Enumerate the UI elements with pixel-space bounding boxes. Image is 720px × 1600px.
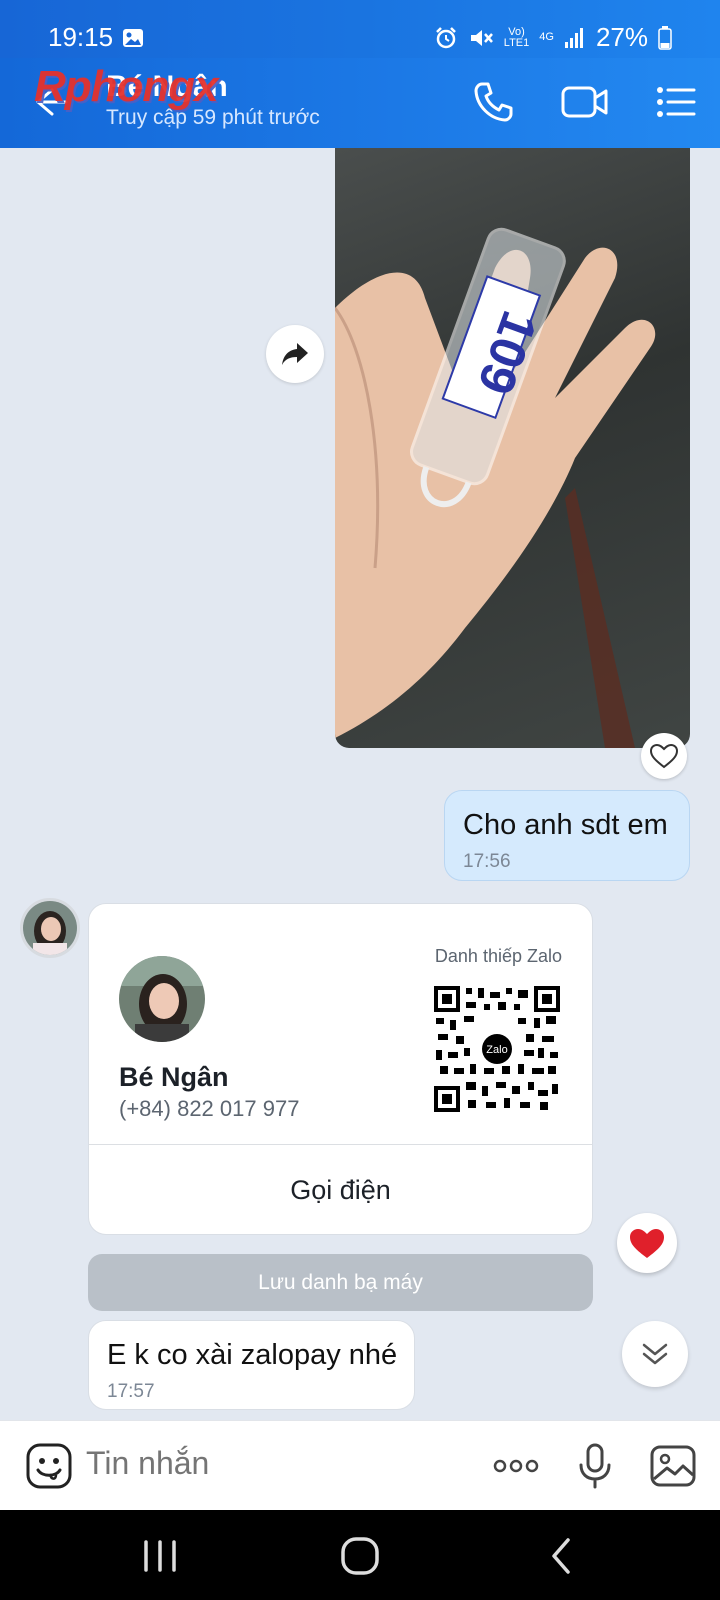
signal-icon bbox=[564, 27, 583, 48]
more-options-icon[interactable] bbox=[490, 1441, 542, 1491]
sent-message-time: 17:56 bbox=[463, 851, 511, 872]
card-contact-name: Bé Ngân bbox=[119, 1062, 229, 1092]
mute-icon bbox=[470, 29, 493, 46]
qr-code-icon: Zalo bbox=[434, 986, 560, 1112]
video-call-icon[interactable] bbox=[560, 78, 610, 126]
alarm-icon bbox=[435, 26, 456, 48]
status-icons: Vo) LTE1 4G 27% bbox=[434, 22, 672, 53]
last-seen-status: Truy cập 59 phút trước bbox=[106, 106, 320, 129]
card-avatar-image bbox=[119, 956, 205, 1042]
volte-indicator: Vo) LTE1 bbox=[503, 26, 530, 49]
phone-call-icon[interactable] bbox=[470, 78, 518, 126]
forward-button[interactable] bbox=[266, 325, 324, 383]
chat-header: Bé Ngân Rphongx Truy cập 59 phút trước bbox=[0, 58, 720, 148]
system-nav-bar bbox=[0, 1510, 720, 1600]
double-chevron-down-icon bbox=[642, 1343, 668, 1365]
photo-message[interactable]: 109 bbox=[335, 148, 690, 748]
sender-avatar[interactable] bbox=[20, 898, 80, 958]
scroll-to-bottom-button[interactable] bbox=[622, 1321, 688, 1387]
photo-keychain-hand: 109 bbox=[335, 227, 656, 748]
status-bar: 19:15 Vo) LTE1 4G 27% bbox=[0, 0, 720, 58]
card-type-label: Danh thiếp Zalo bbox=[434, 946, 562, 966]
call-button[interactable]: Gọi điện bbox=[89, 1144, 592, 1234]
network-type: 4G bbox=[539, 31, 554, 43]
card-phone-number: (+84) 822 017 977 bbox=[119, 1096, 300, 1121]
status-time: 19:15 bbox=[48, 22, 114, 52]
avatar-image bbox=[23, 901, 77, 955]
received-message-text: E k co xài zalopay nhé bbox=[107, 1339, 398, 1371]
gallery-notification-icon bbox=[123, 29, 143, 47]
received-message-bubble[interactable]: E k co xài zalopay nhé 17:57 bbox=[88, 1320, 415, 1410]
message-input-bar bbox=[0, 1420, 720, 1510]
heart-reaction-button[interactable] bbox=[617, 1213, 677, 1273]
volte-bottom-text: LTE1 bbox=[503, 36, 530, 49]
recent-apps-icon[interactable] bbox=[138, 1534, 182, 1578]
sent-message-bubble[interactable]: Cho anh sdt em 17:56 bbox=[444, 790, 690, 881]
battery-icon bbox=[658, 25, 672, 50]
message-input[interactable] bbox=[86, 1445, 466, 1482]
react-heart-button[interactable] bbox=[641, 733, 687, 779]
sent-message-text: Cho anh sdt em bbox=[463, 809, 668, 841]
qr-zalo-logo: Zalo bbox=[486, 1044, 507, 1056]
microphone-icon[interactable] bbox=[570, 1441, 620, 1491]
save-contact-button[interactable]: Lưu danh bạ máy bbox=[88, 1254, 593, 1311]
forward-arrow-icon bbox=[282, 343, 308, 365]
watermark-logo: Rphongx bbox=[34, 62, 219, 111]
contact-card[interactable]: Danh thiếp Zalo Bé Ngân (+84) 822 017 97… bbox=[88, 903, 593, 1235]
received-message-time: 17:57 bbox=[107, 1381, 155, 1402]
image-gallery-icon[interactable] bbox=[648, 1441, 698, 1491]
card-avatar bbox=[119, 956, 205, 1042]
battery-percent: 27% bbox=[595, 22, 648, 52]
back-nav-icon[interactable] bbox=[540, 1534, 584, 1578]
heart-outline-icon bbox=[649, 743, 679, 769]
heart-filled-icon bbox=[630, 1229, 664, 1258]
home-icon[interactable] bbox=[338, 1534, 382, 1578]
menu-list-icon[interactable] bbox=[652, 78, 700, 126]
sticker-emoji-icon[interactable] bbox=[24, 1441, 74, 1491]
